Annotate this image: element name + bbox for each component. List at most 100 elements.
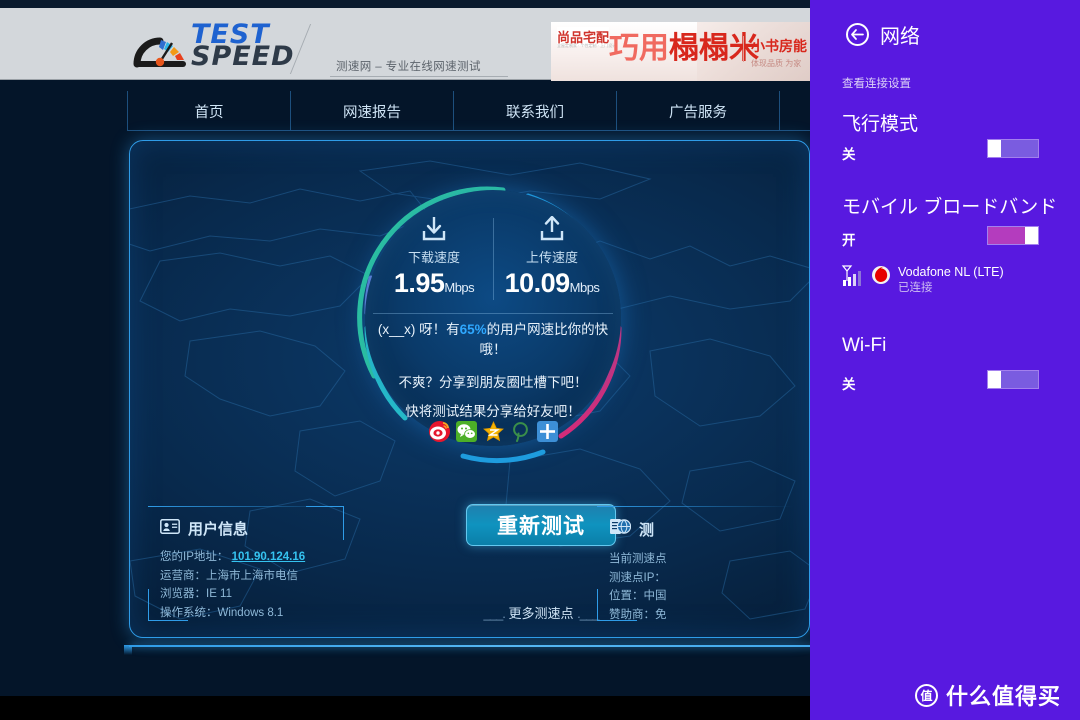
pinterest-share-icon[interactable] bbox=[510, 421, 531, 442]
logo-text-secondary: SPEED bbox=[191, 41, 295, 72]
download-unit: Mbps bbox=[444, 280, 475, 295]
watermark-text: 什么值得买 bbox=[946, 684, 1062, 709]
user-info-lines: 您的IP地址： 101.90.124.16 运营商：上海市上海市电信 浏览器：I… bbox=[148, 539, 344, 623]
nav-item-advertising[interactable]: 广告服务 bbox=[617, 91, 780, 131]
weibo-share-icon[interactable] bbox=[428, 421, 450, 442]
speed-metrics: 下载速度 1.95Mbps 上传速度 10.09Mbps bbox=[375, 215, 611, 300]
download-arrow-icon bbox=[375, 216, 493, 242]
airplane-mode-toggle[interactable] bbox=[987, 139, 1039, 158]
retest-button[interactable]: 重新测试 bbox=[466, 504, 616, 546]
server-info-location: 位置：中国 bbox=[609, 590, 667, 603]
result-messages: (x__x) 呀！有65%的用户网速比你的快哦！ 不爽？分享到朋友圈吐槽下吧！ … bbox=[371, 320, 615, 420]
upload-value-wrap: 10.09Mbps bbox=[493, 268, 611, 299]
user-info-corner-tr-v bbox=[343, 506, 344, 540]
download-value: 1.95 bbox=[393, 268, 445, 298]
upload-value: 10.09 bbox=[504, 268, 571, 298]
speedometer-logo-icon bbox=[133, 22, 187, 70]
active-connection[interactable]: Vodafone NL (LTE) 已连接 bbox=[840, 264, 1004, 296]
site-logo[interactable]: TEST SPEED bbox=[133, 21, 295, 72]
server-info-header: 测 bbox=[597, 506, 793, 541]
download-value-wrap: 1.95Mbps bbox=[375, 268, 493, 299]
share-buttons bbox=[343, 421, 643, 442]
download-metric: 下载速度 1.95Mbps bbox=[375, 216, 493, 299]
watermark: 值 什么值得买 bbox=[915, 679, 1061, 711]
mobile-broadband-state: 开 bbox=[842, 233, 856, 248]
connection-text: Vodafone NL (LTE) 已连接 bbox=[898, 264, 1004, 296]
server-info-sponsor: 赞助商：免 bbox=[609, 608, 667, 621]
upload-label: 上传速度 bbox=[525, 250, 578, 265]
qzone-share-icon[interactable] bbox=[482, 421, 504, 442]
user-info-ip-label: 您的IP地址： bbox=[160, 551, 229, 563]
message-suffix: 的用户网速比你的快哦！ bbox=[479, 322, 609, 357]
wechat-share-icon[interactable] bbox=[455, 421, 477, 442]
user-info-corner-tr bbox=[306, 506, 344, 507]
banner-headline: 巧用榻榻米 bbox=[609, 34, 759, 64]
signal-bars-icon bbox=[840, 264, 864, 294]
screen: TEST SPEED 测速网 – 专业在线网速测试 尚品宅配 全屋定制家 · 个… bbox=[0, 0, 1080, 720]
charm-header: 网络 bbox=[846, 20, 920, 49]
airplane-mode-state: 关 bbox=[842, 147, 856, 162]
more-points-dash-right: .___ bbox=[577, 606, 599, 621]
wifi-state: 关 bbox=[842, 377, 856, 392]
server-info-lines: 当前测速点 测速点IP： 位置：中国 赞助商：免 bbox=[597, 541, 793, 625]
user-info-ip-value[interactable]: 101.90.124.16 bbox=[232, 551, 306, 563]
back-arrow-icon[interactable] bbox=[846, 23, 869, 46]
user-info-title: 用户信息 bbox=[188, 521, 249, 538]
network-charm-panel: 网络 bbox=[810, 0, 1080, 720]
server-info-title: 测 bbox=[639, 522, 655, 539]
airplane-mode-toggle-knob bbox=[988, 140, 1001, 157]
nav-item-home[interactable]: 首页 bbox=[128, 91, 291, 131]
more-points-label[interactable]: 更多测速点 bbox=[508, 606, 573, 621]
more-points-dash-left: ___. bbox=[483, 606, 506, 621]
user-info-browser: 浏览器：IE 11 bbox=[160, 588, 232, 601]
upload-arrow-icon bbox=[493, 215, 611, 242]
message-percent: 65% bbox=[459, 322, 487, 337]
user-info-header: 用户信息 bbox=[148, 506, 344, 539]
mobile-broadband-toggle[interactable] bbox=[987, 226, 1039, 245]
globe-doc-icon bbox=[609, 518, 632, 541]
more-share-icon[interactable] bbox=[536, 421, 558, 442]
tagline-underline bbox=[330, 76, 508, 77]
user-info-isp: 运营商：上海市上海市电信 bbox=[160, 569, 298, 582]
user-info-box: 用户信息 您的IP地址： 101.90.124.16 运营商：上海市上海市电信 … bbox=[148, 506, 344, 621]
airplane-mode-title: 飞行模式 bbox=[842, 114, 919, 135]
wifi-toggle-knob bbox=[988, 371, 1001, 388]
server-info-current: 当前测速点 bbox=[609, 553, 667, 565]
result-message-share: 不爽？分享到朋友圈吐槽下吧！ bbox=[398, 375, 588, 391]
result-message-primary: (x__x) 呀！有65%的用户网速比你的快哦！ bbox=[371, 320, 615, 359]
user-info-corner-bl bbox=[148, 620, 188, 621]
id-card-icon bbox=[160, 518, 180, 539]
wifi-title: Wi-Fi bbox=[842, 335, 887, 356]
metrics-divider bbox=[373, 313, 613, 314]
connection-status: 已连接 bbox=[898, 281, 933, 294]
banner-separator bbox=[743, 36, 744, 62]
nav-item-report[interactable]: 网速报告 bbox=[291, 91, 454, 131]
user-info-corner-bl-v bbox=[148, 589, 149, 621]
banner-ad[interactable]: 尚品宅配 全屋定制家 · 个性定制 · 上门设计 巧用榻榻米 小书房能 体现品质… bbox=[551, 22, 817, 81]
vodafone-icon bbox=[871, 264, 891, 291]
upload-metric: 上传速度 10.09Mbps bbox=[493, 215, 611, 300]
banner-headline-light: 巧用 bbox=[609, 32, 669, 65]
user-info-ip: 您的IP地址： 101.90.124.16 bbox=[160, 548, 344, 567]
connection-name: Vodafone NL (LTE) bbox=[898, 265, 1004, 279]
upload-unit: Mbps bbox=[569, 280, 600, 295]
wifi-toggle[interactable] bbox=[987, 370, 1039, 389]
server-info-box: 测 当前测速点 测速点IP： 位置：中国 赞助商：免 bbox=[597, 506, 793, 621]
banner-headline-bold: 榻榻米 bbox=[669, 32, 759, 65]
server-info-ip: 测速点IP： bbox=[609, 571, 666, 584]
watermark-badge-icon: 值 bbox=[915, 683, 938, 707]
banner-right-line2: 体现品质 为家 bbox=[751, 59, 802, 68]
main-nav: 首页 网速报告 联系我们 广告服务 bbox=[127, 91, 927, 131]
mobile-broadband-title: モバイル ブロードバンド bbox=[842, 197, 1058, 218]
mobile-broadband-toggle-knob bbox=[1025, 227, 1038, 244]
speedtest-panel: 下载速度 1.95Mbps 上传速度 10.09Mbps (x__x) 呀！有6… bbox=[129, 140, 810, 638]
view-connection-settings-link[interactable]: 查看连接设置 bbox=[842, 75, 911, 91]
server-info-corner-bl-v bbox=[597, 589, 598, 621]
speed-gauge: 下载速度 1.95Mbps 上传速度 10.09Mbps (x__x) 呀！有6… bbox=[343, 168, 643, 468]
banner-right-line1: 小书房能 bbox=[751, 38, 807, 54]
nav-item-contact[interactable]: 联系我们 bbox=[454, 91, 617, 131]
charm-title: 网络 bbox=[880, 26, 920, 48]
download-label: 下载速度 bbox=[407, 250, 460, 265]
server-info-corner-bl bbox=[597, 620, 637, 621]
banner-brand-sub: 全屋定制家 · 个性定制 · 上门设计 bbox=[557, 43, 617, 48]
